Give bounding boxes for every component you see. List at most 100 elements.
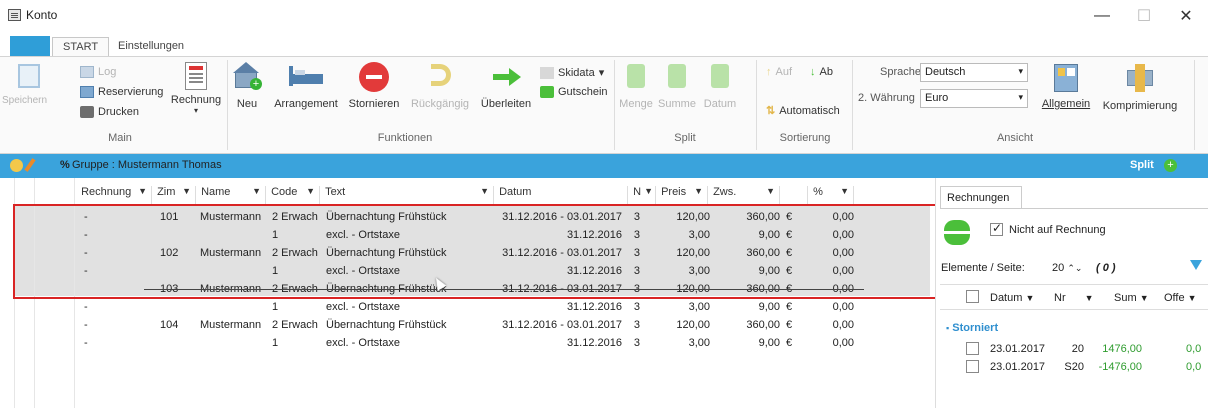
col-header-inv-open[interactable]: Offe ▼ <box>1164 292 1197 304</box>
cancel-button[interactable]: Stornieren <box>344 62 404 110</box>
col-header-subtotal[interactable]: Zws. ▼ <box>710 186 780 206</box>
voucher-button[interactable]: Gutschein <box>540 86 608 98</box>
tab-rechnungen[interactable]: Rechnungen <box>940 186 1022 208</box>
checkbox-checked-icon: ✓ <box>990 221 1003 236</box>
per-page-stepper[interactable]: 20 ⌃⌄ <box>1052 262 1082 274</box>
sort-asc-button[interactable]: ↑ Auf <box>766 66 792 78</box>
cell-cur: € <box>786 301 793 313</box>
tab-einstellungen[interactable]: Einstellungen <box>108 37 194 57</box>
col-header-inv-date[interactable]: Datum ▼ <box>990 292 1034 304</box>
minimize-button[interactable]: — <box>1082 4 1122 28</box>
add-split-icon[interactable]: + <box>1164 159 1177 172</box>
invoice-count: ( 0 ) <box>1096 262 1116 274</box>
group-title: Gruppe : Mustermann Thomas <box>72 159 222 171</box>
table-row[interactable]: - 1 excl. - Ortstaxe 31.12.2016 3 3,00 9,00 €0,… <box>14 298 932 316</box>
print-button[interactable]: Drucken <box>80 106 139 118</box>
split-sum-icon <box>666 62 688 92</box>
col-header-code[interactable]: Code ▼ <box>268 186 320 206</box>
invoice-cell-nr: S20 <box>1064 361 1084 373</box>
arrow-right-icon <box>491 62 521 92</box>
group-storniert[interactable]: ▪ Storniert <box>946 322 998 334</box>
invoice-cell-open: 0,0 <box>1186 343 1202 355</box>
currency-select[interactable]: Euro ▾ <box>920 89 1028 108</box>
chevron-down-icon: ▾ <box>1018 92 1023 102</box>
general-button[interactable]: Allgemein <box>1036 64 1096 110</box>
split-quantity-icon <box>625 62 647 92</box>
stop-icon <box>359 62 389 92</box>
cell-code: 1 <box>272 301 279 313</box>
col-header-percent[interactable]: % ▼ <box>810 186 854 206</box>
cell-inv: - <box>84 337 88 349</box>
cell-code: 1 <box>272 337 279 349</box>
arrow-down-icon: ↓ <box>810 66 816 78</box>
col-header-date[interactable]: Datum <box>496 186 628 206</box>
arrow-up-icon: ↑ <box>766 66 772 78</box>
col-header-name[interactable]: Name ▼ <box>198 186 266 206</box>
select-all-checkbox[interactable] <box>966 290 979 303</box>
new-button[interactable]: + Neu <box>232 62 262 110</box>
cell-text: excl. - Ortstaxe <box>326 301 400 313</box>
row-checkbox[interactable] <box>966 360 979 373</box>
invoice-cell-date: 23.01.2017 <box>990 361 1046 373</box>
voucher-icon <box>540 86 554 98</box>
row-checkbox[interactable] <box>966 342 979 355</box>
filter-icon[interactable] <box>1190 260 1202 270</box>
col-header-inv-sum[interactable]: Sum ▼ <box>1114 292 1149 304</box>
house-plus-icon: + <box>233 62 262 92</box>
transfer-button[interactable]: Überleiten <box>478 62 534 110</box>
compress-icon <box>1125 64 1155 94</box>
invoice-cell-nr: 20 <box>1071 343 1084 355</box>
file-tab[interactable] <box>10 36 50 58</box>
cell-text: excl. - Ortstaxe <box>326 337 400 349</box>
split-group-label: Split <box>674 132 696 144</box>
quantity-button[interactable]: Menge <box>618 62 654 110</box>
divider <box>614 60 615 150</box>
sort-auto-icon: ⇅ <box>766 105 776 117</box>
split-date-button[interactable]: Datum <box>700 62 740 110</box>
split-label[interactable]: Split <box>1130 159 1154 171</box>
sort-group-label: Sortierung <box>779 132 831 144</box>
col-header-currency[interactable] <box>782 186 808 206</box>
divider <box>756 60 757 150</box>
refresh-icon[interactable] <box>944 220 974 246</box>
cell-date: 31.12.2016 - 03.01.2017 <box>502 319 622 331</box>
pencil-icon[interactable] <box>24 158 36 172</box>
log-button[interactable]: Log <box>80 66 116 78</box>
cell-cur: € <box>786 319 793 331</box>
sum-button[interactable]: Summe <box>656 62 698 110</box>
language-select[interactable]: Deutsch ▾ <box>920 63 1028 82</box>
col-header-n[interactable]: N ▼ <box>630 186 656 206</box>
invoice-row[interactable]: 23.01.2017 20 1476,00 0,0 <box>960 340 1208 358</box>
col-header-price[interactable]: Preis ▼ <box>658 186 708 206</box>
sort-auto-button[interactable]: ⇅ Automatisch <box>766 104 840 118</box>
cell-sub: 9,00 <box>758 337 780 349</box>
not-on-invoice-checkbox[interactable]: ✓ Nicht auf Rechnung <box>990 221 1106 236</box>
skidata-button[interactable]: Skidata ▾ <box>540 66 604 79</box>
table-row[interactable]: - 104 Mustermann 2 Erwach Übernachtung Frühs… <box>14 316 932 334</box>
reservation-button[interactable]: Reservierung <box>80 86 163 98</box>
save-button[interactable]: Speichern <box>2 64 47 106</box>
invoice-row[interactable]: 23.01.2017 S20 -1476,00 0,0 <box>960 358 1208 376</box>
smiley-icon[interactable] <box>10 159 23 172</box>
floppy-icon <box>18 64 40 88</box>
compress-button[interactable]: Komprimierung <box>1100 64 1180 112</box>
invoice-button[interactable]: Rechnung ▾ <box>170 62 222 115</box>
divider <box>1194 60 1195 150</box>
tab-start[interactable]: START <box>52 37 110 57</box>
col-header-invoice[interactable]: Rechnung ▼ <box>78 186 152 206</box>
col-header-room[interactable]: Zim ▼ <box>154 186 196 206</box>
cell-n: 3 <box>633 337 640 349</box>
col-header-text[interactable]: Text ▼ <box>322 186 494 206</box>
arrangement-button[interactable]: Arrangement <box>270 62 342 110</box>
divider <box>852 60 853 150</box>
cell-cur: € <box>786 337 793 349</box>
maximize-button[interactable]: ☐ <box>1124 4 1164 28</box>
table-row[interactable]: - 1 excl. - Ortstaxe 31.12.2016 3 3,00 9,00 €0,… <box>14 334 932 352</box>
close-button[interactable]: ✕ <box>1166 4 1206 28</box>
sort-desc-button[interactable]: ↓ Ab <box>810 66 833 78</box>
undo-button[interactable]: Rückgängig <box>408 62 472 110</box>
cell-price: 3,00 <box>688 337 710 349</box>
title-bar <box>0 0 1208 34</box>
cell-code: 2 Erwach <box>272 319 318 331</box>
col-header-inv-nr[interactable]: Nr ▼ <box>1054 292 1094 304</box>
